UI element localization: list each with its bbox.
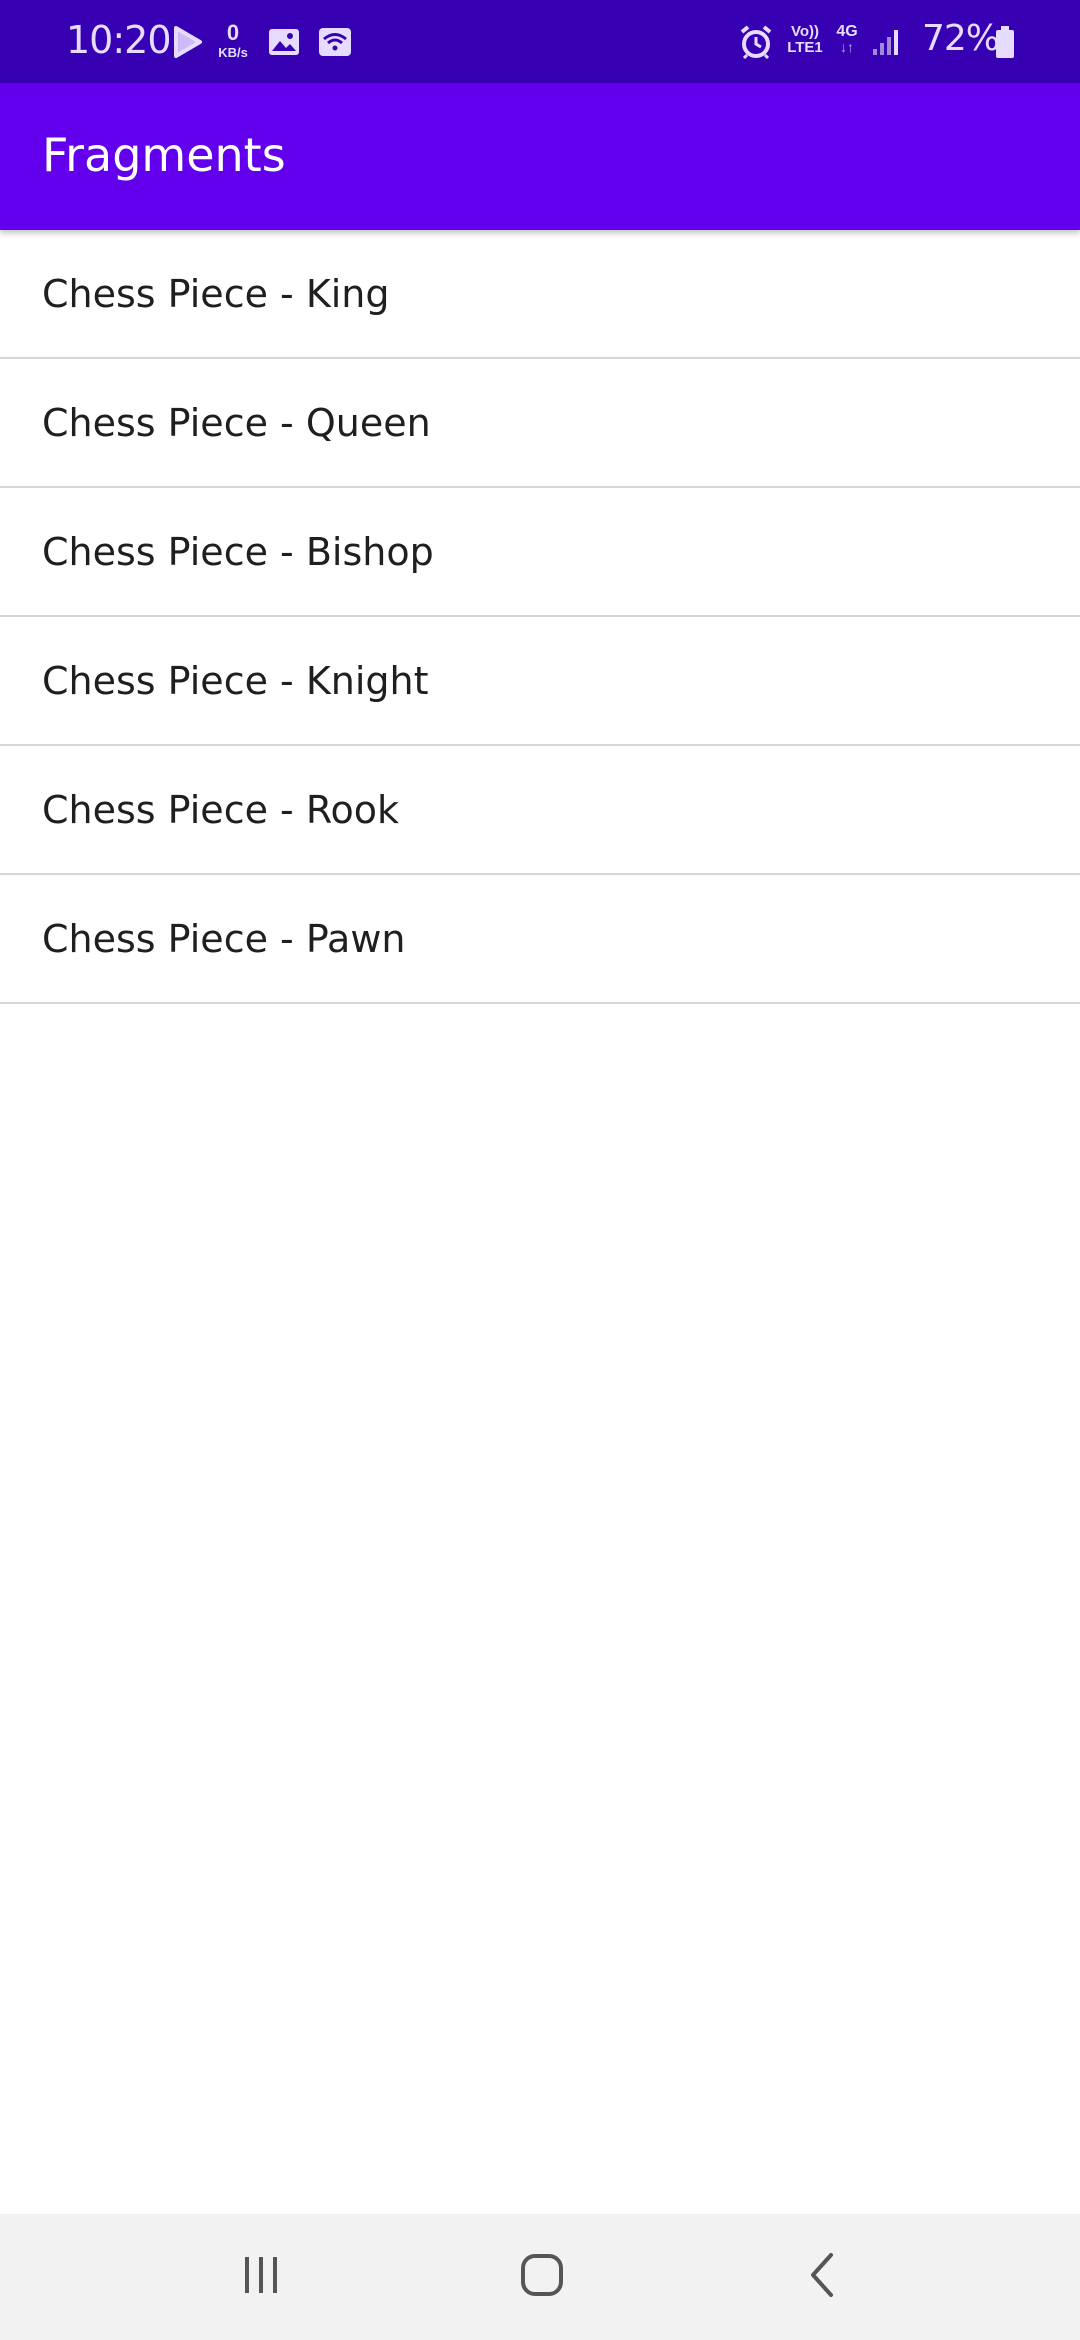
list-item-king[interactable]: Chess Piece - King <box>0 230 1080 359</box>
home-icon <box>519 2252 565 2302</box>
screen: 10:20 0 KB/s Vo)) LTE1 4G ↓↑ 72% Fragmen… <box>0 0 1080 2340</box>
battery-percent: 72% <box>922 18 1000 59</box>
data-speed-value: 0 <box>226 20 240 45</box>
list-item-rook[interactable]: Chess Piece - Rook <box>0 746 1080 875</box>
list-item-pawn[interactable]: Chess Piece - Pawn <box>0 875 1080 1004</box>
data-speed-indicator: 0 KB/s <box>215 20 251 60</box>
app-bar: Fragments <box>0 83 1080 230</box>
app-bar-title: Fragments <box>42 128 286 182</box>
chess-piece-list: Chess Piece - King Chess Piece - Queen C… <box>0 230 1080 1004</box>
play-store-icon <box>168 20 208 64</box>
status-time: 10:20 <box>66 18 172 62</box>
volte-indicator: Vo)) LTE1 <box>783 24 827 56</box>
back-button[interactable] <box>783 2242 863 2312</box>
recent-apps-button[interactable] <box>221 2242 301 2312</box>
status-bar: 10:20 0 KB/s Vo)) LTE1 4G ↓↑ 72% <box>0 0 1080 83</box>
list-item-knight[interactable]: Chess Piece - Knight <box>0 617 1080 746</box>
signal-icon <box>868 20 904 64</box>
network-type-indicator: 4G ↓↑ <box>833 23 861 55</box>
back-icon <box>803 2251 843 2303</box>
home-button[interactable] <box>502 2242 582 2312</box>
list-item-bishop[interactable]: Chess Piece - Bishop <box>0 488 1080 617</box>
recent-apps-icon <box>239 2253 283 2301</box>
data-speed-unit: KB/s <box>218 45 248 60</box>
navigation-bar <box>0 2214 1080 2340</box>
alarm-icon <box>736 20 776 64</box>
gallery-icon <box>266 20 302 64</box>
battery-icon <box>994 20 1016 64</box>
volte-line2: LTE1 <box>787 38 823 56</box>
network-arrows: ↓↑ <box>840 39 854 55</box>
volte-line1: Vo)) <box>790 23 820 40</box>
network-type: 4G <box>836 23 858 40</box>
wifi-icon <box>316 20 354 64</box>
list-item-queen[interactable]: Chess Piece - Queen <box>0 359 1080 488</box>
